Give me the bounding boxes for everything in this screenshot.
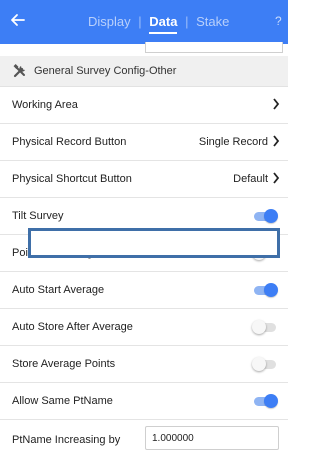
tab-bar: Display | Data | Stake — [88, 14, 229, 34]
auto-start-average-toggle[interactable] — [252, 283, 278, 297]
previous-field-stub — [0, 42, 288, 56]
row-label: PtName Increasing by — [12, 434, 121, 446]
row-label: Store Average Points — [12, 358, 116, 370]
row-label: Allow Same PtName — [12, 395, 113, 407]
tab-stake[interactable]: Stake — [196, 14, 229, 29]
allow-same-ptname-toggle[interactable] — [252, 394, 278, 408]
tab-display[interactable]: Display — [88, 14, 131, 29]
section-title: General Survey Config-Other — [34, 65, 177, 77]
top-bar: Display | Data | Stake ? — [0, 0, 288, 44]
row-auto-store-after-average: Auto Store After Average — [0, 309, 288, 346]
ptname-increment-input[interactable]: 1.000000 — [145, 426, 279, 450]
tab-data[interactable]: Data — [149, 14, 178, 34]
highlight-box — [28, 228, 280, 258]
row-label: Tilt Survey — [12, 210, 64, 222]
tilt-survey-toggle[interactable] — [252, 209, 278, 223]
tools-icon — [13, 64, 25, 78]
row-physical-record-button[interactable]: Physical Record Button Single Record — [0, 124, 288, 161]
row-physical-shortcut-button[interactable]: Physical Shortcut Button Default — [0, 161, 288, 198]
row-ptname-increasing: PtName Increasing by 1.000000 — [0, 420, 288, 456]
tab-divider: | — [185, 14, 189, 29]
chevron-right-icon — [273, 172, 280, 184]
row-working-area[interactable]: Working Area — [0, 87, 288, 124]
back-arrow-icon[interactable] — [8, 10, 28, 30]
store-average-points-toggle[interactable] — [252, 357, 278, 371]
tab-divider: | — [138, 14, 142, 29]
row-value: Default — [233, 173, 268, 185]
row-label: Auto Start Average — [12, 284, 105, 296]
section-header: General Survey Config-Other — [0, 56, 288, 87]
row-value: Single Record — [198, 136, 268, 148]
previous-input-edge — [145, 42, 283, 53]
row-allow-same-ptname: Allow Same PtName — [0, 383, 288, 420]
row-label: Physical Record Button — [12, 136, 127, 148]
row-auto-start-average: Auto Start Average — [0, 272, 288, 309]
help-button[interactable]: ? — [275, 14, 282, 28]
row-store-average-points: Store Average Points — [0, 346, 288, 383]
chevron-right-icon — [273, 135, 280, 147]
row-label: Working Area — [12, 99, 78, 111]
auto-store-after-average-toggle[interactable] — [252, 320, 278, 334]
row-label: Physical Shortcut Button — [12, 173, 132, 185]
row-label: Auto Store After Average — [12, 321, 133, 333]
chevron-right-icon — [273, 98, 280, 110]
